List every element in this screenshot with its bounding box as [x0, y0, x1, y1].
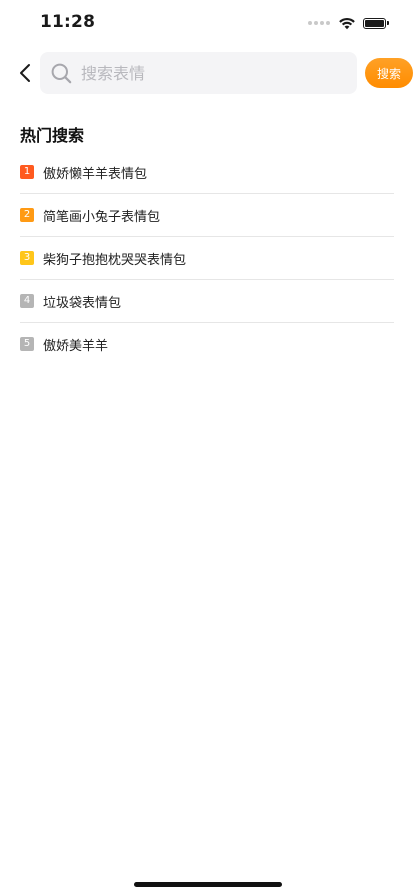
- back-button[interactable]: [14, 61, 36, 85]
- search-input[interactable]: [81, 58, 331, 88]
- hot-search-item-label: 简笔画小兔子表情包: [43, 209, 161, 225]
- battery-icon: [363, 17, 389, 29]
- hot-search-item-label: 垃圾袋表情包: [43, 295, 122, 311]
- hot-search-item-label: 傲娇美羊羊: [43, 338, 109, 354]
- hot-search-item-label: 柴狗子抱抱枕哭哭表情包: [43, 252, 187, 268]
- rank-badge: 3: [20, 251, 34, 265]
- rank-badge: 2: [20, 208, 34, 222]
- hot-search-item[interactable]: 2 简笔画小兔子表情包: [20, 194, 394, 237]
- rank-badge: 1: [20, 165, 34, 179]
- hot-search-item-label: 傲娇懒羊羊表情包: [43, 166, 148, 182]
- hot-search-title: 热门搜索: [20, 126, 85, 145]
- hot-search-list: 1 傲娇懒羊羊表情包 2 简笔画小兔子表情包 3 柴狗子抱抱枕哭哭表情包 4 垃…: [20, 151, 394, 365]
- home-indicator: [134, 882, 282, 887]
- rank-badge: 4: [20, 294, 34, 308]
- status-indicators: [308, 16, 389, 30]
- search-header: 搜索: [0, 52, 414, 94]
- search-box[interactable]: [40, 52, 357, 94]
- hot-search-item[interactable]: 3 柴狗子抱抱枕哭哭表情包: [20, 237, 394, 280]
- wifi-icon: [339, 17, 355, 30]
- rank-badge: 5: [20, 337, 34, 351]
- status-time: 11:28: [40, 12, 96, 32]
- hot-search-item[interactable]: 5 傲娇美羊羊: [20, 323, 394, 365]
- hot-search-item[interactable]: 4 垃圾袋表情包: [20, 280, 394, 323]
- search-icon: [50, 62, 72, 84]
- status-bar: 11:28: [0, 0, 414, 46]
- cellular-signal-icon: [308, 21, 330, 25]
- hot-search-item[interactable]: 1 傲娇懒羊羊表情包: [20, 151, 394, 194]
- chevron-left-icon: [20, 64, 30, 82]
- search-button[interactable]: 搜索: [365, 58, 413, 88]
